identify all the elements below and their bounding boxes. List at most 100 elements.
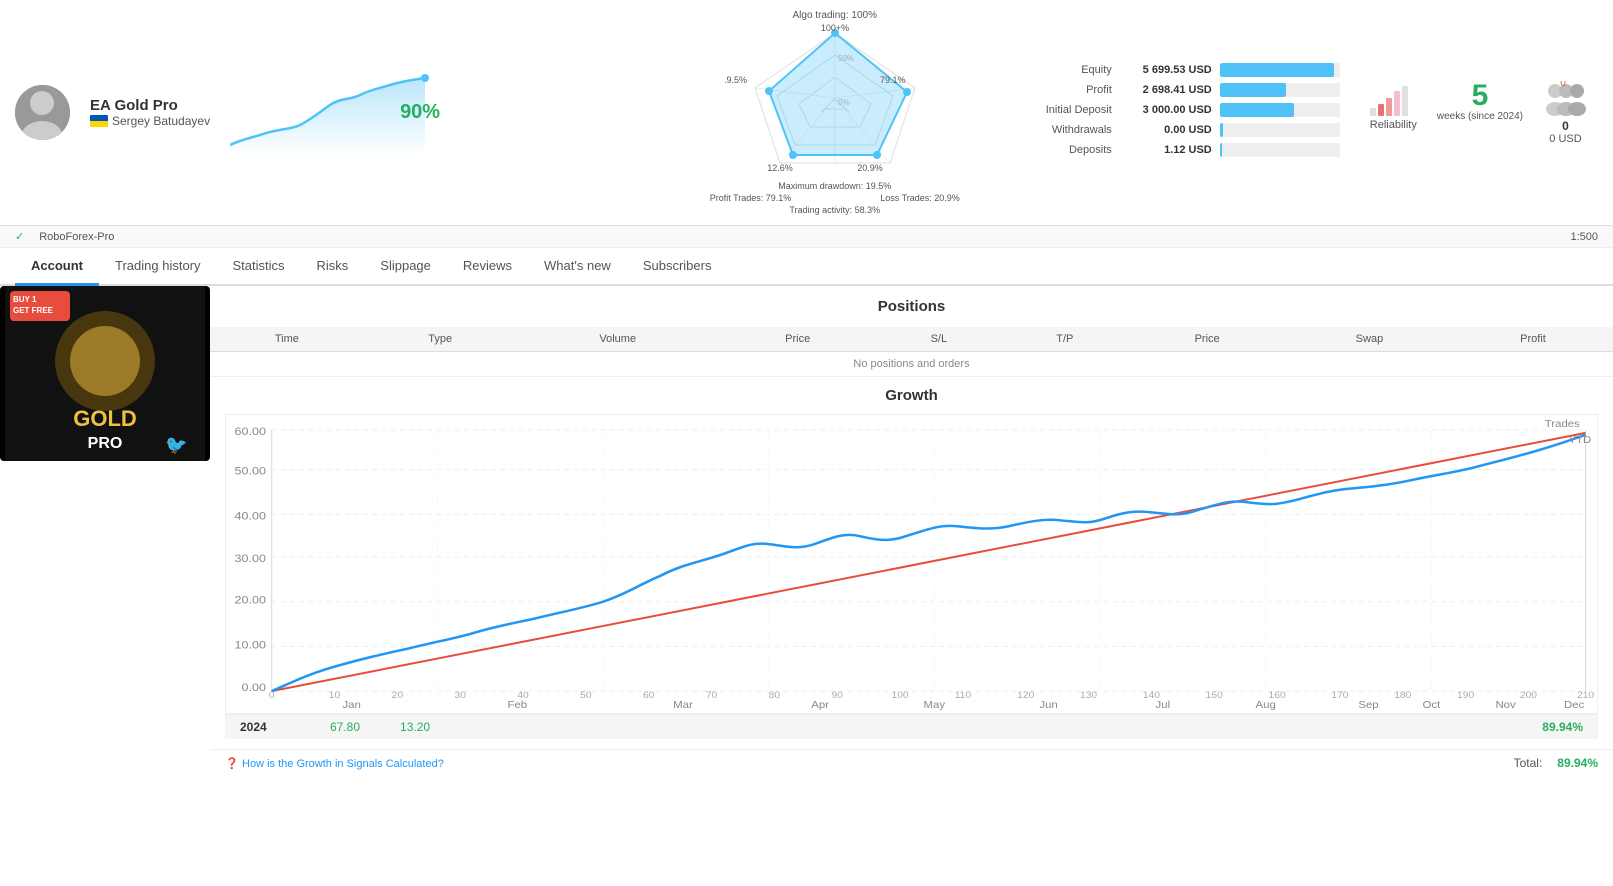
positions-growth-area: Positions Time Type Volume Price S/L T/P… [210, 286, 1613, 776]
profile-author: Sergey Batudayev [112, 114, 210, 128]
svg-text:Dec: Dec [1564, 700, 1585, 711]
profit-bar [1220, 83, 1286, 97]
ad-image[interactable]: BUY 1 GET FREE GOLD PRO 🐦 [0, 286, 210, 461]
svg-text:Oct: Oct [1422, 700, 1440, 711]
tab-reviews[interactable]: Reviews [447, 248, 528, 286]
svg-text:40.00: 40.00 [235, 510, 267, 522]
how-calculated-text: How is the Growth in Signals Calculated? [242, 758, 444, 770]
svg-text:190: 190 [1457, 691, 1474, 701]
year-row: 2024 67.80 13.20 89.94% [225, 714, 1598, 739]
svg-text:0: 0 [269, 691, 275, 701]
rel-bar-2 [1378, 104, 1384, 116]
svg-text:30.00: 30.00 [235, 553, 267, 565]
ad-svg: BUY 1 GET FREE GOLD PRO 🐦 [5, 286, 205, 461]
svg-text:120: 120 [1017, 691, 1034, 701]
equity-row: Equity 5 699.53 USD [1000, 63, 1340, 77]
total-label: Total: [1514, 756, 1543, 770]
svg-text:12.6%: 12.6% [767, 163, 793, 173]
svg-text:40: 40 [517, 691, 528, 701]
profit-row: Profit 2 698.41 USD [1000, 83, 1340, 97]
ytd-value: 89.94% [1542, 720, 1583, 734]
tab-trading-history[interactable]: Trading history [99, 248, 217, 286]
how-calculated-link[interactable]: ❓ How is the Growth in Signals Calculate… [225, 756, 444, 770]
col-volume: Volume [517, 327, 719, 352]
svg-text:0%: 0% [838, 98, 850, 107]
country-flag [90, 115, 108, 127]
svg-text:60.00: 60.00 [235, 426, 267, 438]
svg-text:GOLD: GOLD [73, 406, 137, 431]
svg-text:70: 70 [706, 691, 717, 701]
profile-country: Sergey Batudayev [90, 114, 210, 128]
right-info: Reliability 5 weeks (since 2024) [1360, 81, 1598, 145]
growth-title: Growth [225, 387, 1598, 404]
col-swap: Swap [1286, 327, 1453, 352]
tab-slippage[interactable]: Slippage [364, 248, 447, 286]
deposits-label: Deposits [1000, 144, 1120, 156]
positions-title: Positions [210, 286, 1613, 327]
equity-value: 5 699.53 USD [1120, 64, 1220, 76]
profile-info: EA Gold Pro Sergey Batudayev [90, 97, 210, 128]
broker-name: RoboForex-Pro [39, 231, 114, 243]
tab-statistics[interactable]: Statistics [217, 248, 301, 286]
equity-bar-container [1220, 63, 1340, 77]
main-content: BUY 1 GET FREE GOLD PRO 🐦 Positions Time… [0, 286, 1613, 776]
profile-name: EA Gold Pro [90, 97, 210, 114]
svg-text:50: 50 [580, 691, 591, 701]
svg-text:210: 210 [1577, 691, 1594, 701]
svg-text:19.5%: 19.5% [725, 75, 747, 85]
svg-text:60: 60 [643, 691, 654, 701]
svg-text:PRO: PRO [88, 435, 123, 452]
svg-text:Nov: Nov [1495, 700, 1516, 711]
svg-text:90: 90 [832, 691, 843, 701]
col-type: Type [364, 327, 517, 352]
svg-text:170: 170 [1331, 691, 1348, 701]
empty-row: No positions and orders [210, 352, 1613, 377]
reliability-block: Reliability [1370, 81, 1417, 131]
tab-account[interactable]: Account [15, 248, 99, 286]
withdrawals-label: Withdrawals [1000, 124, 1120, 136]
col-sl: S/L [876, 327, 1001, 352]
svg-text:May: May [924, 700, 946, 711]
deposits-row: Deposits 1.12 USD [1000, 143, 1340, 157]
svg-text:Jul: Jul [1156, 700, 1171, 711]
leverage: 1:500 [1570, 231, 1598, 243]
initial-bar-container [1220, 103, 1340, 117]
bottom-bar: ❓ How is the Growth in Signals Calculate… [210, 749, 1613, 776]
col-price: Price [719, 327, 877, 352]
svg-text:0: 0 [1560, 81, 1566, 89]
trading-activity-label: Trading activity: 58.3% [700, 205, 970, 215]
svg-text:30: 30 [454, 691, 465, 701]
withdrawals-bar [1220, 123, 1224, 137]
growth-chart: 60.00 50.00 40.00 30.00 20.00 10.00 0.00 [225, 414, 1598, 714]
tab-whats-new[interactable]: What's new [528, 248, 627, 286]
initial-row: Initial Deposit 3 000.00 USD [1000, 103, 1340, 117]
rel-bar-3 [1386, 98, 1392, 116]
profit-bar-container [1220, 83, 1340, 97]
svg-text:GET FREE: GET FREE [13, 306, 54, 315]
svg-text:100+%: 100+% [821, 23, 849, 33]
growth-chart-svg: 60.00 50.00 40.00 30.00 20.00 10.00 0.00 [226, 415, 1597, 713]
initial-bar [1220, 103, 1294, 117]
header: EA Gold Pro Sergey Batudayev 90% Algo tr… [0, 0, 1613, 226]
equity-label: Equity [1000, 64, 1120, 76]
empty-message: No positions and orders [210, 352, 1613, 377]
avatar [15, 85, 70, 140]
svg-text:50.00: 50.00 [235, 465, 267, 477]
deposits-bar [1220, 143, 1222, 157]
svg-text:Feb: Feb [508, 700, 528, 711]
tab-risks[interactable]: Risks [301, 248, 365, 286]
subscribers-icon: 0 [1543, 81, 1588, 116]
broker-check-icon: ✓ [15, 230, 24, 243]
withdrawals-row: Withdrawals 0.00 USD [1000, 123, 1340, 137]
reliability-bars [1370, 81, 1417, 116]
svg-text:10: 10 [329, 691, 340, 701]
profit-trades-label: Profit Trades: 79.1% [710, 193, 792, 203]
radar-chart: 100+% 79.1% 20.9% 12.6% 19.5% 50% 0% [725, 23, 945, 183]
svg-text:200: 200 [1520, 691, 1537, 701]
radar-section: Algo trading: 100% [700, 10, 970, 215]
svg-text:YTD: YTD [1568, 434, 1591, 445]
tab-subscribers[interactable]: Subscribers [627, 248, 728, 286]
weeks-label: weeks (since 2024) [1437, 111, 1523, 122]
loss-trades-label: Loss Trades: 20.9% [880, 193, 960, 203]
sub-count: 0 [1543, 119, 1588, 133]
